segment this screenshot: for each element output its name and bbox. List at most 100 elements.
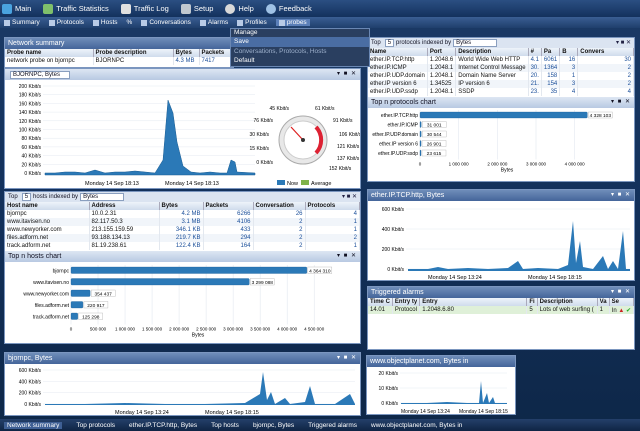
panel-controls[interactable]: ▾ ■ ✕	[337, 353, 357, 364]
col-host-name[interactable]: Host name	[5, 202, 90, 210]
panel-controls[interactable]: ▾ ■ ✕	[611, 190, 631, 201]
col-time[interactable]: Time C	[368, 298, 393, 306]
col-name[interactable]: Name	[368, 48, 428, 56]
protocols-index-select[interactable]: Bytes	[453, 39, 498, 47]
menu-traffic-log[interactable]: Traffic Log	[120, 3, 169, 14]
bar[interactable]	[419, 149, 422, 157]
hosts-index-select[interactable]: Bytes	[80, 193, 125, 201]
menu-help[interactable]: Help	[225, 3, 254, 14]
col-entry-type[interactable]: Entry ty	[392, 298, 421, 306]
col-address[interactable]: Address	[89, 202, 160, 210]
task-bjornpc-bytes[interactable]: bjornpc, Bytes	[253, 422, 294, 429]
col-port[interactable]: Port	[427, 48, 457, 56]
col-packets[interactable]: Pa	[541, 48, 561, 56]
col-value[interactable]: Va	[597, 298, 610, 306]
x-tick-label: 0	[70, 327, 73, 332]
profiles-manage[interactable]: Manage	[231, 29, 369, 37]
bar[interactable]	[70, 312, 78, 320]
table-row[interactable]: 14.01 Protocol 1.2048.6.80 5 Lots of web…	[368, 306, 634, 314]
col-probe-name[interactable]: Probe name	[5, 49, 94, 57]
menu-traffic-statistics[interactable]: Traffic Statistics	[43, 3, 109, 14]
table-row[interactable]: ether.IP.UDP.domain 1.2048.1 Domain Name S…	[368, 72, 634, 80]
profiles-default[interactable]: Default	[231, 56, 369, 66]
task-http-bytes[interactable]: ether.IP.TCP.http, Bytes	[129, 422, 197, 429]
table-row[interactable]: files.adform.net 93.188.134.13 219.7 KB 294…	[5, 234, 360, 242]
table-row[interactable]: bjornpc 10.0.2.31 4.2 MB 6266 26 4	[5, 210, 360, 218]
task-triggered-alarms[interactable]: Triggered alarms	[308, 422, 357, 429]
top-n-protocols-input[interactable]: 5	[384, 39, 395, 47]
panel-controls[interactable]: ▾ ■ ✕	[611, 97, 631, 108]
bar[interactable]	[70, 289, 91, 297]
bar[interactable]	[419, 111, 588, 119]
col-protocols[interactable]: Protocols	[305, 202, 360, 210]
col-bytes[interactable]: B	[559, 48, 579, 56]
bjornpc-bytes-panel: BJORNPC, Bytes ▾ ■ ✕ 200 Kbit/s 180 Kbit/s…	[4, 68, 361, 189]
col-bytes[interactable]: Bytes	[173, 49, 200, 57]
task-objectplanet[interactable]: www.objectplanet.com, Bytes in	[371, 422, 462, 429]
toolbar-protocols[interactable]: Protocols	[48, 19, 84, 26]
table-row[interactable]: ether.IP.UDP.ssdp 1.2048.1 SSDP 23. 35 4 4	[368, 88, 634, 96]
task-top-hosts[interactable]: Top hosts	[211, 422, 239, 429]
toolbar-percent[interactable]: %	[127, 19, 133, 26]
table-row[interactable]: network probe on bjornpc BJORNPC 4.3 MB …	[5, 57, 233, 65]
check-icon[interactable]: ✔	[626, 308, 631, 314]
col-field[interactable]: Fi	[526, 298, 538, 306]
value-label: 3 299 088	[252, 280, 274, 286]
bar[interactable]	[70, 301, 84, 309]
toolbar-profiles[interactable]: Profiles	[237, 19, 267, 26]
toolbar-summary[interactable]: Summary	[4, 19, 40, 26]
toolbar-hosts[interactable]: Hosts	[92, 19, 118, 26]
task-network-summary[interactable]: Network summary	[4, 421, 63, 429]
bjornpc-line-chart: 600 Kbit/s 400 Kbit/s 200 Kbit/s 0 Kbit/s M…	[19, 368, 355, 415]
chart-title: Top n hosts chart	[8, 253, 62, 260]
legend-average-swatch	[301, 180, 309, 185]
menu-setup[interactable]: Setup	[180, 3, 213, 14]
toolbar-conversations[interactable]: Conversations	[141, 19, 191, 26]
col-probe-description[interactable]: Probe description	[93, 49, 174, 57]
category-label: ether.IP.ICMP	[388, 123, 419, 129]
traffic-area	[401, 381, 507, 404]
panel-controls[interactable]: ▾ ■ ✕	[337, 251, 357, 262]
y-tick-label: 0 Kbit/s	[387, 267, 404, 273]
menu-feedback[interactable]: Feedback	[265, 3, 312, 14]
col-entry[interactable]: Entry	[419, 298, 528, 306]
col-bytes[interactable]: Bytes	[159, 202, 204, 210]
col-description[interactable]: Description	[455, 48, 529, 56]
table-row[interactable]: ether.IP.ICMP 1.2048.1 Internet Control Me…	[368, 64, 634, 72]
panel-controls[interactable]: ▾ ■ ✕	[611, 287, 631, 298]
table-row[interactable]: track.adform.net 81.19.238.61 122.4 KB 164 2…	[5, 242, 360, 250]
menu-main[interactable]: Main	[2, 3, 31, 14]
toolbar-alarms[interactable]: Alarms	[199, 19, 228, 26]
table-row[interactable]: www.itavisen.no 82.117.50.3 3.1 MB 4106 2 1	[5, 218, 360, 226]
table-row[interactable]: ether.IP.TCP.http 1.2048.6 World Wide Web …	[368, 56, 634, 64]
col-description[interactable]: Description	[537, 298, 598, 306]
bar[interactable]	[419, 140, 422, 147]
bar[interactable]	[419, 130, 422, 138]
col-severity[interactable]: Se	[609, 298, 634, 306]
panel-title: ether.IP.TCP.http, Bytes	[371, 192, 445, 199]
toolbar-probes[interactable]: probes	[275, 19, 310, 26]
y-tick-label: 200 Kbit/s	[382, 247, 405, 253]
bar[interactable]	[70, 278, 250, 286]
panel-controls[interactable]: ▾ ■ ✕	[337, 69, 357, 80]
value-label: 26 901	[427, 142, 442, 148]
task-top-protocols[interactable]: Top protocols	[76, 422, 115, 429]
profiles-conversations-protocols-hosts[interactable]: Conversations, Protocols, Hosts	[231, 47, 369, 56]
col-packets[interactable]: Packets	[199, 49, 233, 57]
bar[interactable]	[419, 121, 422, 128]
panel-controls[interactable]: ▾ ■ ✕	[616, 38, 631, 48]
bar[interactable]	[70, 266, 308, 274]
value-label: 4 328 103	[590, 113, 612, 119]
table-row[interactable]: www.newyorker.com 213.155.159.59 346.1 KB 4…	[5, 226, 360, 234]
top-n-hosts-input[interactable]: 5	[21, 193, 32, 201]
value-label: 31 001	[427, 123, 442, 129]
col-packets[interactable]: Packets	[203, 202, 254, 210]
objectplanet-panel: www.objectplanet.com, Bytes in 20 Kbit/s…	[366, 355, 516, 415]
table-row[interactable]: ether.IP version 6 1.34525 IP version 6 21.…	[368, 80, 634, 88]
panel-controls[interactable]: ▾ ■ ✕	[342, 192, 357, 202]
profiles-save[interactable]: Save	[231, 37, 369, 47]
col-percent[interactable]: #	[528, 48, 542, 56]
col-conversations[interactable]: Convers	[577, 48, 634, 56]
probe-select[interactable]: BJORNPC, Bytes	[10, 71, 70, 79]
col-conversations[interactable]: Conversation	[253, 202, 306, 210]
